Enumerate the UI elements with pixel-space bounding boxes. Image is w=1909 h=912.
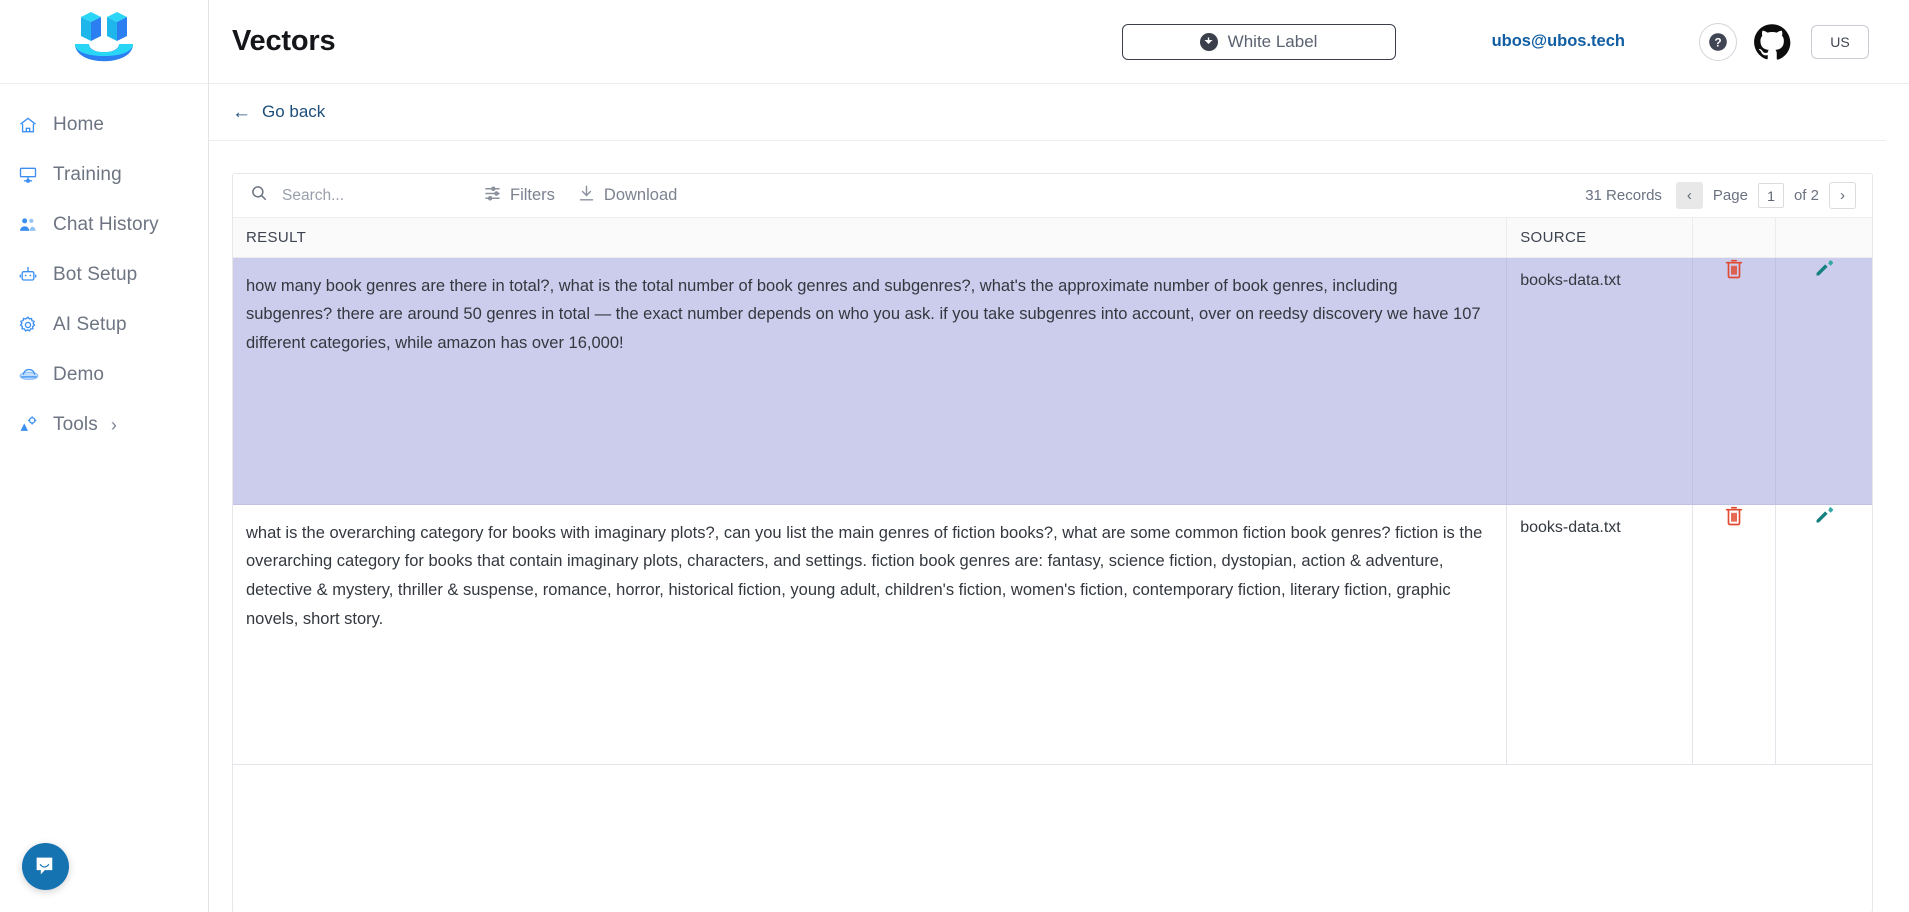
white-label-label: White Label <box>1227 31 1318 51</box>
chevron-right-icon: › <box>110 414 117 435</box>
cell-edit[interactable] <box>1775 504 1872 765</box>
table-body: how many book genres are there in total?… <box>233 257 1872 765</box>
sidebar-item-label: Chat History <box>53 214 159 235</box>
source-text: books-data.txt <box>1520 518 1621 536</box>
cell-delete[interactable] <box>1692 504 1777 765</box>
user-email[interactable]: ubos@ubos.tech <box>1492 32 1625 51</box>
search-box[interactable] <box>233 184 483 207</box>
source-text: books-data.txt <box>1520 271 1621 289</box>
logo-container[interactable] <box>0 0 208 84</box>
help-button[interactable]: ? <box>1699 22 1737 61</box>
sidebar-item-label: Demo <box>53 364 105 385</box>
sidebar-item-label: Bot Setup <box>53 264 138 285</box>
filters-button[interactable]: Filters <box>483 184 555 208</box>
vectors-table: RESULT SOURCE how many book genres are t… <box>233 218 1872 765</box>
table-head: RESULT SOURCE <box>233 218 1872 258</box>
download-circle-icon <box>1199 32 1218 51</box>
sidebar-item-ai-setup[interactable]: AI Setup <box>0 300 208 350</box>
sidebar-item-tools[interactable]: Tools › <box>0 400 208 450</box>
tools-icon <box>18 414 44 436</box>
page-number-input[interactable] <box>1757 183 1784 208</box>
go-back-bar: ← Go back <box>209 84 1886 141</box>
sidebar-nav: Home Training Chat History Bot Setup AI … <box>0 84 208 450</box>
cell-edit[interactable] <box>1775 257 1872 505</box>
sidebar-item-bot-setup[interactable]: Bot Setup <box>0 250 208 300</box>
pencil-icon[interactable] <box>1814 258 1834 278</box>
page-label: Page <box>1712 187 1748 204</box>
download-icon <box>577 184 596 208</box>
white-label-button[interactable]: White Label <box>1121 23 1396 60</box>
chat-bubble-icon <box>36 857 53 875</box>
cell-source: books-data.txt <box>1506 504 1694 765</box>
search-input[interactable] <box>280 185 460 206</box>
download-label: Download <box>603 186 678 204</box>
go-back-button[interactable]: ← Go back <box>232 102 325 122</box>
question-mark-icon: ? <box>1709 32 1727 51</box>
cell-result: what is the overarching category for boo… <box>233 504 1508 765</box>
column-header-source[interactable]: SOURCE <box>1506 218 1694 258</box>
table-row[interactable]: what is the overarching category for boo… <box>233 504 1872 765</box>
vectors-card: Filters Download 31 Records ‹ Page <box>232 173 1873 912</box>
column-header-edit <box>1775 218 1872 258</box>
table-header-row: RESULT SOURCE <box>233 218 1872 258</box>
page-total-label: of 2 <box>1793 187 1819 204</box>
sidebar-item-training[interactable]: Training <box>0 150 208 200</box>
table-row[interactable]: how many book genres are there in total?… <box>233 257 1872 505</box>
demo-icon <box>18 364 44 386</box>
result-text: what is the overarching category for boo… <box>246 523 1483 628</box>
intercom-launcher[interactable] <box>22 843 69 890</box>
top-bar: Vectors White Label ubos@ubos.tech ? US <box>209 0 1909 84</box>
language-button[interactable]: US <box>1811 24 1869 59</box>
table-toolbar: Filters Download 31 Records ‹ Page <box>233 174 1872 218</box>
search-icon <box>250 184 268 207</box>
home-icon <box>18 114 44 136</box>
sidebar-item-demo[interactable]: Demo <box>0 350 208 400</box>
main-content: Vectors White Label ubos@ubos.tech ? US … <box>209 0 1909 912</box>
github-icon <box>1754 23 1791 60</box>
cell-result: how many book genres are there in total?… <box>233 257 1508 505</box>
page-title: Vectors <box>232 25 336 57</box>
column-header-result[interactable]: RESULT <box>233 218 1508 258</box>
filters-icon <box>483 184 502 208</box>
sidebar: Home Training Chat History Bot Setup AI … <box>0 0 209 912</box>
sidebar-item-label: Training <box>53 164 122 185</box>
cell-delete[interactable] <box>1692 257 1777 505</box>
sidebar-item-label: Home <box>53 114 105 135</box>
prev-page-button[interactable]: ‹ <box>1675 182 1703 209</box>
next-page-button[interactable]: › <box>1829 182 1856 209</box>
arrow-left-icon: ← <box>232 101 251 123</box>
filters-label: Filters <box>510 186 555 204</box>
ubos-smiley-logo <box>65 11 143 73</box>
records-count: 31 Records <box>1585 187 1662 204</box>
robot-icon <box>18 264 44 286</box>
trash-icon[interactable] <box>1724 505 1744 527</box>
training-icon <box>18 164 44 186</box>
pagination: 31 Records ‹ Page of 2 › <box>1585 182 1864 209</box>
cell-source: books-data.txt <box>1506 257 1694 505</box>
chat-history-icon <box>18 214 44 236</box>
sidebar-item-label: Tools <box>53 414 98 435</box>
sidebar-item-label: AI Setup <box>53 314 127 335</box>
column-header-delete <box>1692 218 1777 258</box>
sidebar-item-home[interactable]: Home <box>0 100 208 150</box>
download-button[interactable]: Download <box>577 184 677 208</box>
language-label: US <box>1830 33 1850 50</box>
sidebar-item-chat-history[interactable]: Chat History <box>0 200 208 250</box>
app-root: Home Training Chat History Bot Setup AI … <box>0 0 1909 912</box>
trash-icon[interactable] <box>1724 258 1744 280</box>
github-button[interactable] <box>1753 23 1791 61</box>
result-text: how many book genres are there in total?… <box>246 276 1481 353</box>
svg-text:?: ? <box>1714 35 1721 49</box>
go-back-label: Go back <box>262 102 326 121</box>
pencil-icon[interactable] <box>1814 505 1834 525</box>
gear-icon <box>18 314 44 336</box>
